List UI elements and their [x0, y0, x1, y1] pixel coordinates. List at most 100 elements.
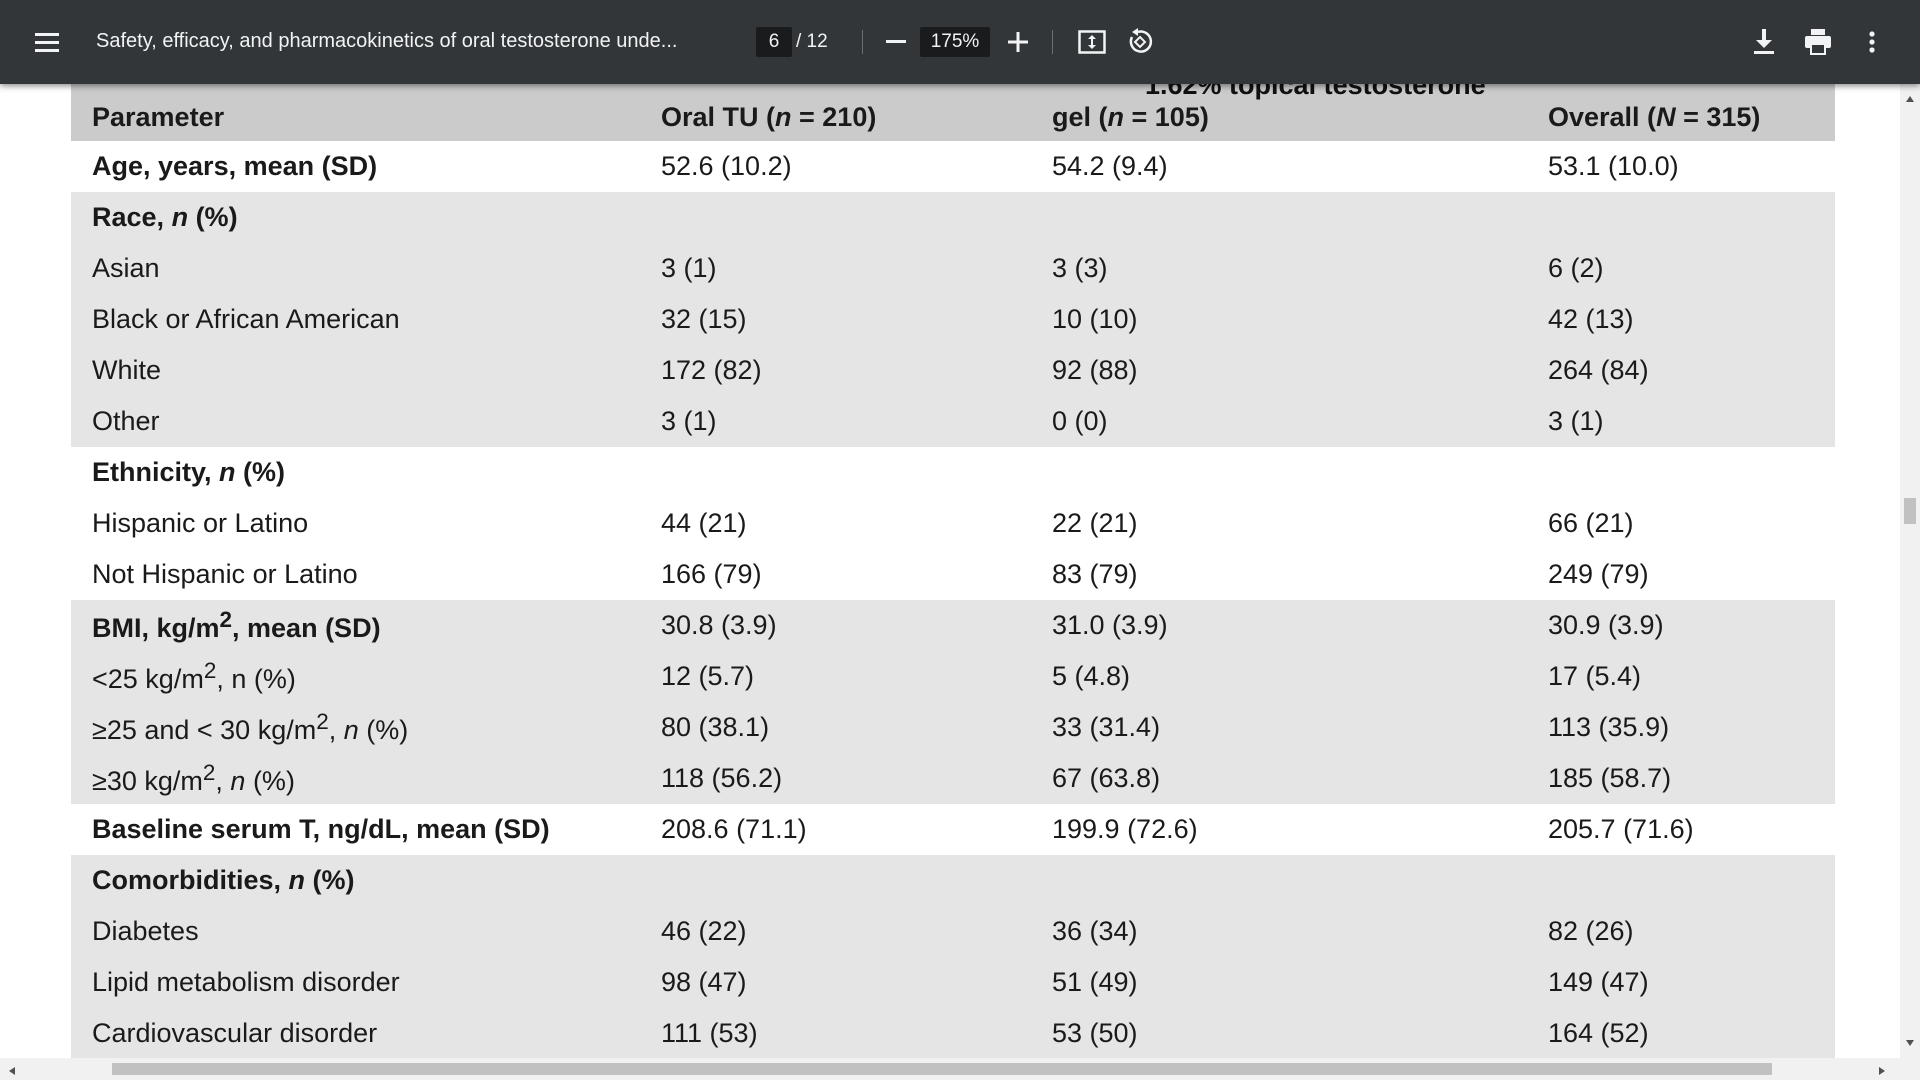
cell-oral: 30.8 (3.9) — [661, 610, 777, 640]
horizontal-scroll-thumb[interactable] — [112, 1063, 1772, 1075]
pdf-toolbar: Safety, efficacy, and pharmacokinetics o… — [0, 0, 1920, 84]
page-number-input[interactable]: 6 — [756, 27, 792, 57]
demographics-table: Parameter Oral TU (n = 210) gel (n = 105… — [71, 84, 1835, 1058]
cell-gel: 10 (10) — [1052, 304, 1138, 334]
cell-gel: 0 (0) — [1052, 406, 1108, 436]
cell-oral: 98 (47) — [661, 967, 747, 997]
page-total: / 12 — [796, 31, 828, 52]
fit-to-page-icon[interactable] — [1072, 22, 1112, 62]
cell-gel: 22 (21) — [1052, 508, 1138, 538]
cell-oral: 52.6 (10.2) — [661, 151, 792, 181]
table-row: Baseline serum T, ng/dL, mean (SD) 208.6… — [71, 804, 1835, 855]
table-row: Ethnicity, n (%) — [71, 447, 1835, 498]
cell-gel — [1052, 855, 1548, 906]
document-title: Safety, efficacy, and pharmacokinetics o… — [96, 30, 678, 52]
table-row: BMI, kg/m2, mean (SD) 30.8 (3.9) 31.0 (3… — [71, 600, 1835, 651]
row-label: Ethnicity, n (%) — [92, 457, 286, 487]
cell-oral: 208.6 (71.1) — [661, 814, 807, 844]
cell-oral: 166 (79) — [661, 559, 762, 589]
row-label: BMI, kg/m2, mean (SD) — [92, 607, 381, 643]
table-row: Not Hispanic or Latino 166 (79) 83 (79) … — [71, 549, 1835, 600]
print-icon[interactable] — [1798, 22, 1838, 62]
vertical-scroll-thumb[interactable] — [1904, 498, 1916, 524]
table-row: Age, years, mean (SD) 52.6 (10.2) 54.2 (… — [71, 141, 1835, 192]
zoom-out-icon[interactable] — [876, 22, 916, 62]
row-label: ≥30 kg/m2, n (%) — [92, 760, 295, 796]
row-label: Not Hispanic or Latino — [92, 559, 358, 589]
table-row: ≥30 kg/m2, n (%) 118 (56.2) 67 (63.8) 18… — [71, 753, 1835, 804]
table-row: Hispanic or Latino 44 (21) 22 (21) 66 (2… — [71, 498, 1835, 549]
zoom-level-input[interactable]: 175% — [920, 27, 990, 57]
cell-overall: 30.9 (3.9) — [1548, 610, 1664, 640]
row-label: Asian — [92, 253, 160, 283]
rotate-icon[interactable] — [1120, 22, 1160, 62]
cell-oral: 3 (1) — [661, 406, 717, 436]
cell-oral: 111 (53) — [661, 1018, 758, 1048]
cell-gel: 67 (63.8) — [1052, 763, 1161, 793]
row-label: Comorbidities, n (%) — [92, 865, 355, 895]
cell-overall: 149 (47) — [1548, 967, 1649, 997]
pdf-viewer-area[interactable]: 1.62% topical testosterone Parameter Ora… — [0, 84, 1900, 1058]
cell-overall: 53.1 (10.0) — [1548, 151, 1679, 181]
cell-overall: 185 (58.7) — [1548, 763, 1672, 793]
table-row: Race, n (%) — [71, 192, 1835, 243]
cell-overall: 164 (52) — [1548, 1018, 1649, 1048]
row-label: Baseline serum T, ng/dL, mean (SD) — [92, 814, 550, 844]
table-row: Cardiovascular disorder 111 (53) 53 (50)… — [71, 1008, 1835, 1058]
zoom-in-icon[interactable] — [998, 22, 1038, 62]
cell-oral: 80 (38.1) — [661, 712, 770, 742]
row-label: Hispanic or Latino — [92, 508, 309, 538]
cell-oral: 12 (5.7) — [661, 661, 755, 691]
toolbar-divider — [1052, 30, 1053, 54]
cell-overall: 264 (84) — [1548, 355, 1649, 385]
cell-oral — [661, 855, 1052, 906]
cell-oral — [661, 447, 1052, 498]
cell-oral: 46 (22) — [661, 916, 747, 946]
cell-overall — [1548, 855, 1835, 906]
table-header-row: Parameter Oral TU (n = 210) gel (n = 105… — [71, 84, 1835, 141]
cell-gel: 51 (49) — [1052, 967, 1138, 997]
header-parameter: Parameter — [92, 102, 225, 132]
row-label: Cardiovascular disorder — [92, 1018, 378, 1048]
cell-gel: 3 (3) — [1052, 253, 1108, 283]
cell-overall — [1548, 447, 1835, 498]
row-label: Age, years, mean (SD) — [92, 151, 378, 181]
row-label: Lipid metabolism disorder — [92, 967, 400, 997]
row-label: ≥25 and < 30 kg/m2, n (%) — [92, 709, 409, 745]
cell-overall: 6 (2) — [1548, 253, 1604, 283]
row-label: Black or African American — [92, 304, 400, 334]
header-overall: Overall (N = 315) — [1548, 102, 1761, 132]
cell-gel: 83 (79) — [1052, 559, 1138, 589]
more-options-icon[interactable] — [1852, 22, 1892, 62]
cell-oral: 172 (82) — [661, 355, 762, 385]
table-row: Lipid metabolism disorder 98 (47) 51 (49… — [71, 957, 1835, 1008]
vertical-scrollbar[interactable] — [1900, 84, 1920, 1058]
cell-gel: 54.2 (9.4) — [1052, 151, 1168, 181]
cell-gel: 5 (4.8) — [1052, 661, 1131, 691]
cell-overall: 249 (79) — [1548, 559, 1649, 589]
scroll-up-arrow-icon[interactable] — [1905, 90, 1915, 108]
cell-overall: 82 (26) — [1548, 916, 1634, 946]
table-row: Diabetes 46 (22) 36 (34) 82 (26) — [71, 906, 1835, 957]
cell-overall — [1548, 192, 1835, 243]
cell-overall: 205.7 (71.6) — [1548, 814, 1694, 844]
horizontal-scrollbar[interactable] — [0, 1058, 1920, 1080]
table-row: Asian 3 (1) 3 (3) 6 (2) — [71, 243, 1835, 294]
scroll-left-arrow-icon[interactable] — [8, 1063, 16, 1081]
cell-gel: 92 (88) — [1052, 355, 1138, 385]
cell-overall: 17 (5.4) — [1548, 661, 1642, 691]
cell-overall: 66 (21) — [1548, 508, 1634, 538]
toolbar-divider — [862, 30, 863, 54]
table-row: Comorbidities, n (%) — [71, 855, 1835, 906]
header-oral-tu: Oral TU (n = 210) — [661, 102, 877, 132]
cell-gel — [1052, 192, 1548, 243]
row-label: Other — [92, 406, 160, 436]
menu-icon[interactable] — [28, 22, 68, 62]
cell-overall: 3 (1) — [1548, 406, 1604, 436]
scroll-down-arrow-icon[interactable] — [1905, 1034, 1915, 1052]
download-icon[interactable] — [1744, 22, 1784, 62]
row-label: White — [92, 355, 162, 385]
scroll-right-arrow-icon[interactable] — [1878, 1063, 1886, 1081]
cell-oral: 3 (1) — [661, 253, 717, 283]
table-row: White 172 (82) 92 (88) 264 (84) — [71, 345, 1835, 396]
